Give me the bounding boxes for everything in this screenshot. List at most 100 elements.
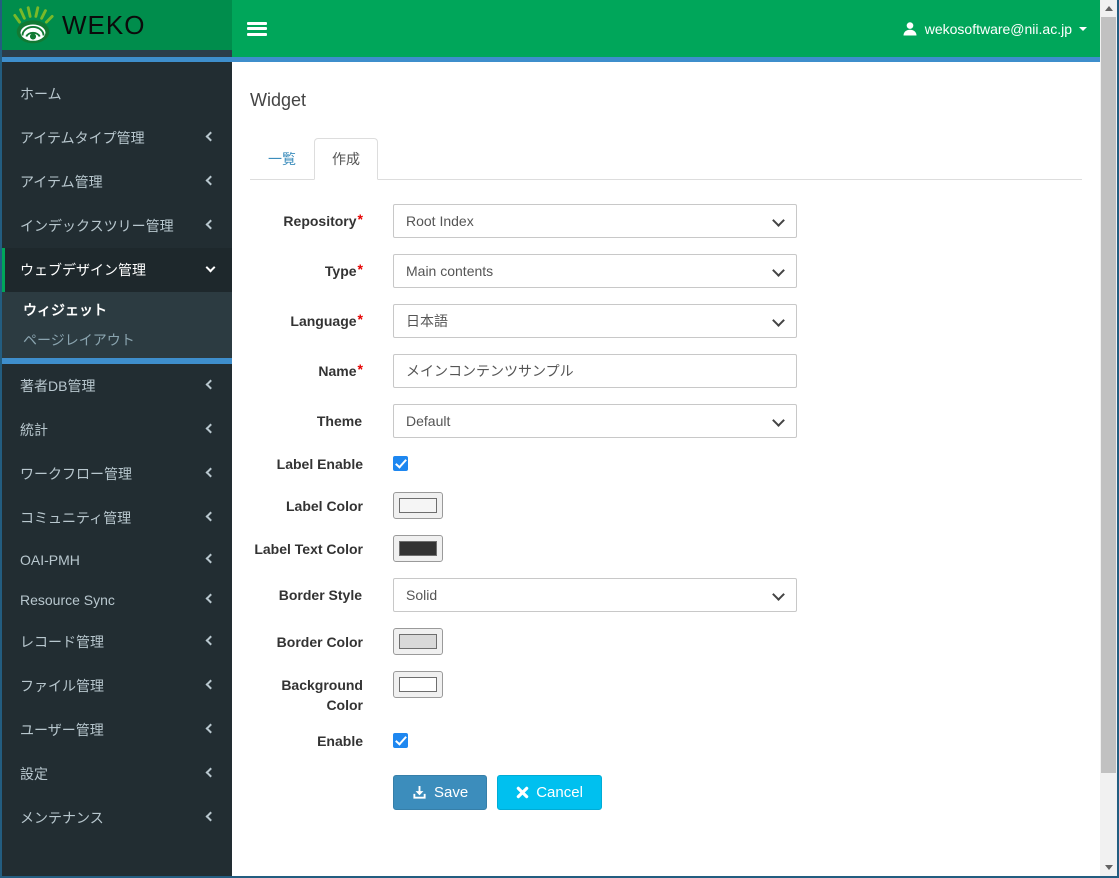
background-color-field-row: Background Color xyxy=(250,671,1082,715)
app-logo[interactable]: WEKO xyxy=(2,0,232,50)
chevron-left-icon xyxy=(205,467,216,478)
sidebar-item-indextree-management[interactable]: インデックスツリー管理 xyxy=(2,204,232,248)
chevron-left-icon xyxy=(205,219,216,230)
required-mark: * xyxy=(357,311,363,327)
hamburger-icon[interactable] xyxy=(247,21,267,36)
widget-create-form: Repository* Root Index Type* Main conten… xyxy=(250,204,1082,810)
save-button[interactable]: Save xyxy=(393,775,488,810)
repository-select-wrap: Root Index xyxy=(393,204,797,238)
scroll-down-button[interactable] xyxy=(1100,859,1117,876)
theme-label: Theme xyxy=(316,413,362,429)
tab-list[interactable]: 一覧 xyxy=(250,138,314,180)
chevron-left-icon xyxy=(205,679,216,690)
background-color-label: Background Color xyxy=(281,677,363,713)
label-enable-field-row: Label Enable xyxy=(250,454,1082,476)
sidebar-item-home[interactable]: ホーム xyxy=(2,72,232,116)
chevron-left-icon xyxy=(205,767,216,778)
sidebar-item-authordb-management[interactable]: 著者DB管理 xyxy=(2,364,232,408)
page: WEKO wekosoftware@nii.ac.jp ホーム アイテムタイプ管… xyxy=(2,0,1100,876)
type-label: Type* xyxy=(324,261,363,279)
chevron-left-icon xyxy=(205,131,216,142)
border-style-select-wrap: Solid xyxy=(393,578,797,612)
name-label: Name* xyxy=(318,361,363,379)
chevron-down-icon xyxy=(205,262,216,273)
tab-bar: 一覧 作成 xyxy=(250,138,1082,180)
logo-text: WEKO xyxy=(62,9,146,40)
language-field-row: Language* 日本語 xyxy=(250,304,1082,338)
main-content: Widget 一覧 作成 Repository* Root Index Type… xyxy=(232,62,1100,876)
sidebar-item-file-management[interactable]: ファイル管理 xyxy=(2,664,232,708)
chevron-left-icon xyxy=(205,811,216,822)
label-text-color-field-row: Label Text Color xyxy=(250,535,1082,562)
label-color-picker[interactable] xyxy=(393,492,443,519)
label-text-color-swatch xyxy=(399,541,437,556)
cancel-button[interactable]: Cancel xyxy=(497,775,602,810)
type-select-wrap: Main contents xyxy=(393,254,797,288)
chevron-left-icon xyxy=(205,511,216,522)
required-mark: * xyxy=(357,211,363,227)
label-text-color-picker[interactable] xyxy=(393,535,443,562)
sidebar-subitem-page-layout[interactable]: ページレイアウト xyxy=(2,325,232,355)
triangle-down-icon xyxy=(1104,865,1113,874)
triangle-up-icon xyxy=(1104,2,1113,11)
enable-checkbox[interactable] xyxy=(393,733,408,748)
language-select-wrap: 日本語 xyxy=(393,304,797,338)
chevron-left-icon xyxy=(205,423,216,434)
chevron-left-icon xyxy=(205,593,216,604)
repository-select[interactable]: Root Index xyxy=(393,204,797,238)
label-enable-checkbox[interactable] xyxy=(393,456,408,471)
chevron-left-icon xyxy=(205,635,216,646)
border-style-label: Border Style xyxy=(278,587,362,603)
tab-create[interactable]: 作成 xyxy=(314,138,378,180)
language-label: Language* xyxy=(290,311,363,329)
type-select[interactable]: Main contents xyxy=(393,254,797,288)
sidebar-item-item-management[interactable]: アイテム管理 xyxy=(2,160,232,204)
name-field-row: Name* xyxy=(250,354,1082,388)
border-color-picker[interactable] xyxy=(393,628,443,655)
label-enable-label: Label Enable xyxy=(276,456,363,472)
scroll-up-button[interactable] xyxy=(1100,0,1117,17)
user-menu[interactable]: wekosoftware@nii.ac.jp xyxy=(902,21,1087,37)
enable-field-row: Enable xyxy=(250,731,1082,753)
chevron-left-icon xyxy=(205,175,216,186)
sidebar-item-user-management[interactable]: ユーザー管理 xyxy=(2,708,232,752)
x-icon xyxy=(516,786,529,799)
repository-label: Repository* xyxy=(283,211,363,229)
sidebar-subitem-widget[interactable]: ウィジェット xyxy=(2,295,232,325)
chevron-left-icon xyxy=(205,553,216,564)
label-color-field-row: Label Color xyxy=(250,492,1082,519)
name-input[interactable] xyxy=(393,354,797,388)
form-actions: Save Cancel xyxy=(393,775,1082,810)
language-select[interactable]: 日本語 xyxy=(393,304,797,338)
sidebar-item-maintenance[interactable]: メンテナンス xyxy=(2,796,232,840)
theme-select-wrap: Default xyxy=(393,404,797,438)
chevron-left-icon xyxy=(205,379,216,390)
border-style-select[interactable]: Solid xyxy=(393,578,797,612)
border-color-field-row: Border Color xyxy=(250,628,1082,655)
theme-select[interactable]: Default xyxy=(393,404,797,438)
logo-zone: WEKO xyxy=(2,0,232,57)
sidebar-item-itemtype-management[interactable]: アイテムタイプ管理 xyxy=(2,116,232,160)
download-icon xyxy=(413,785,426,799)
sidebar-item-settings[interactable]: 設定 xyxy=(2,752,232,796)
sidebar-item-statistics[interactable]: 統計 xyxy=(2,408,232,452)
weko-logo-icon xyxy=(13,6,54,44)
sidebar-item-webdesign-management[interactable]: ウェブデザイン管理 xyxy=(2,248,232,292)
label-text-color-label: Label Text Color xyxy=(254,541,363,557)
top-navbar: wekosoftware@nii.ac.jp xyxy=(232,0,1100,57)
required-mark: * xyxy=(357,361,363,377)
sidebar-item-record-management[interactable]: レコード管理 xyxy=(2,620,232,664)
background-color-picker[interactable] xyxy=(393,671,443,698)
sidebar-item-oai-pmh[interactable]: OAI-PMH xyxy=(2,540,232,580)
required-mark: * xyxy=(357,261,363,277)
border-color-swatch xyxy=(399,634,437,649)
scrollbar-thumb[interactable] xyxy=(1101,17,1116,773)
chevron-left-icon xyxy=(205,723,216,734)
repository-field-row: Repository* Root Index xyxy=(250,204,1082,238)
vertical-scrollbar[interactable] xyxy=(1100,0,1117,876)
sidebar-item-resource-sync[interactable]: Resource Sync xyxy=(2,580,232,620)
border-style-field-row: Border Style Solid xyxy=(250,578,1082,612)
webdesign-submenu: ウィジェット ページレイアウト xyxy=(2,292,232,358)
sidebar-item-workflow-management[interactable]: ワークフロー管理 xyxy=(2,452,232,496)
sidebar-item-community-management[interactable]: コミュニティ管理 xyxy=(2,496,232,540)
